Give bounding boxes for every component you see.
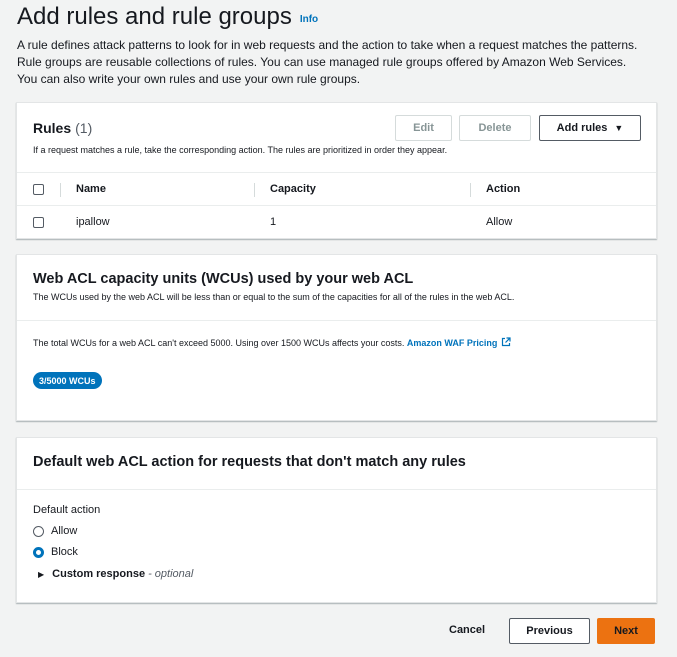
column-header-name[interactable]: Name <box>76 183 106 195</box>
wcu-panel: Web ACL capacity units (WCUs) used by yo… <box>16 254 657 421</box>
external-link-icon <box>502 337 512 347</box>
radio-block-button[interactable] <box>33 546 44 558</box>
radio-allow[interactable]: Allow <box>33 525 77 537</box>
edit-button[interactable]: Edit <box>395 115 452 141</box>
custom-response-expander[interactable]: ▶ Custom response - optional <box>38 568 193 580</box>
previous-button[interactable]: Previous <box>509 618 590 644</box>
default-action-title: Default web ACL action for requests that… <box>33 454 466 470</box>
page-description: A rule defines attack patterns to look f… <box>17 38 638 86</box>
select-all-checkbox[interactable] <box>33 184 44 195</box>
wcu-title: Web ACL capacity units (WCUs) used by yo… <box>33 271 414 287</box>
caret-down-icon: ▼ <box>614 123 624 133</box>
radio-block[interactable]: Block <box>33 546 78 558</box>
next-button[interactable]: Next <box>597 618 655 644</box>
rule-action-cell: Allow <box>486 216 513 228</box>
page-title-row: Add rules and rule groups Info <box>17 2 657 32</box>
rules-title-text: Rules <box>33 120 72 136</box>
column-header-capacity[interactable]: Capacity <box>270 183 316 195</box>
row-checkbox[interactable] <box>33 217 44 228</box>
rule-capacity-cell: 1 <box>270 216 277 228</box>
radio-block-label: Block <box>51 546 78 558</box>
default-action-header: Default web ACL action for requests that… <box>17 438 656 490</box>
wcu-note-text: The total WCUs for a web ACL can't excee… <box>33 338 405 348</box>
page-header: Add rules and rule groups Info A rule de… <box>17 2 657 88</box>
wcu-note: The total WCUs for a web ACL can't excee… <box>33 337 512 348</box>
rules-title: Rules (1) <box>33 120 92 136</box>
add-rules-label: Add rules <box>556 122 608 134</box>
column-divider[interactable] <box>60 183 61 197</box>
radio-allow-button[interactable] <box>33 525 44 537</box>
column-divider[interactable] <box>254 183 255 197</box>
waf-pricing-link-text: Amazon WAF Pricing <box>406 338 498 348</box>
page-title: Add rules and rule groups <box>17 3 292 30</box>
table-row[interactable]: ipallow 1 Allow <box>17 207 656 239</box>
default-action-label: Default action <box>33 504 101 516</box>
wcu-panel-header: Web ACL capacity units (WCUs) used by yo… <box>17 255 656 321</box>
column-header-action[interactable]: Action <box>486 183 520 195</box>
rules-panel-header: Rules (1) If a request matches a rule, ta… <box>17 103 656 173</box>
rules-count: (1) <box>75 120 93 136</box>
radio-allow-label: Allow <box>51 525 78 537</box>
wcu-description: The WCUs used by the web ACL will be les… <box>33 292 515 302</box>
rules-table-header: Name Capacity Action <box>17 174 656 206</box>
add-rules-button[interactable]: Add rules ▼ <box>539 115 641 141</box>
rule-name-cell: ipallow <box>76 216 110 228</box>
optional-label: - optional <box>148 568 194 580</box>
caret-right-icon: ▶ <box>38 569 45 579</box>
rules-description: If a request matches a rule, take the co… <box>33 145 448 155</box>
rules-panel: Rules (1) If a request matches a rule, ta… <box>16 102 657 239</box>
waf-pricing-link[interactable]: Amazon WAF Pricing <box>406 337 512 348</box>
wcu-badge: 3/5000 WCUs <box>33 372 102 389</box>
custom-response-label: Custom response <box>52 568 146 580</box>
delete-button[interactable]: Delete <box>459 115 531 141</box>
column-divider[interactable] <box>470 183 471 197</box>
info-link[interactable]: Info <box>300 14 318 25</box>
default-action-panel: Default web ACL action for requests that… <box>16 437 657 603</box>
cancel-button[interactable]: Cancel <box>449 624 485 636</box>
